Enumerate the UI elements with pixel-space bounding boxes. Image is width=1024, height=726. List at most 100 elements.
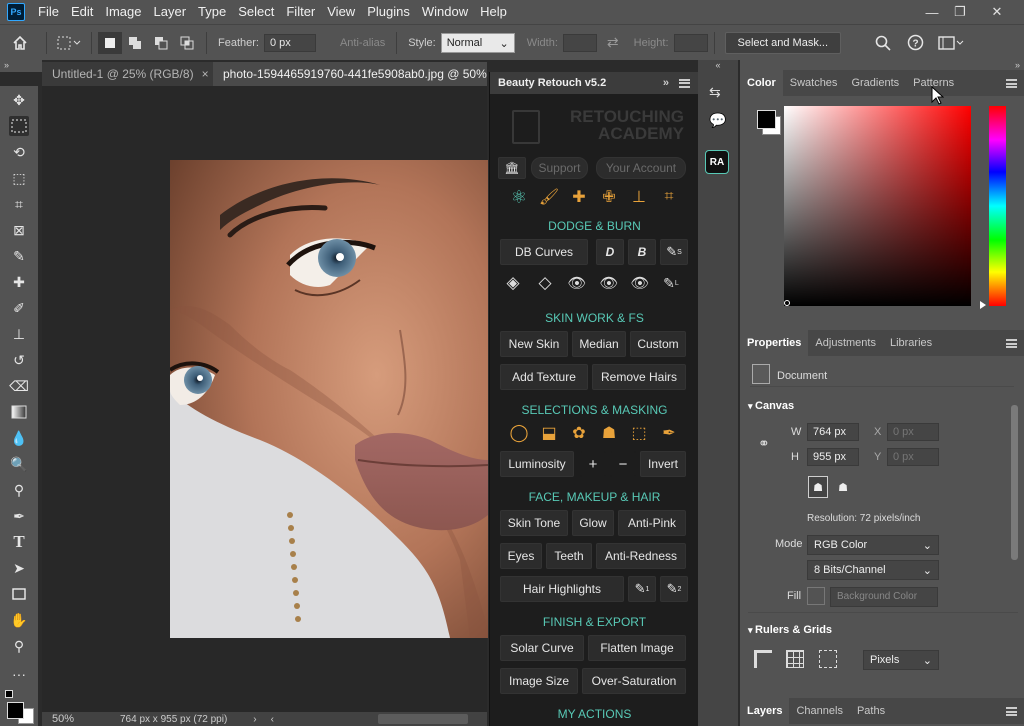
history-panel-icon[interactable]: ⇆ — [709, 84, 727, 102]
tab-properties[interactable]: Properties — [740, 330, 809, 356]
skin-tone-button[interactable]: Skin Tone — [500, 510, 568, 536]
horizontal-scrollbar[interactable] — [377, 714, 468, 724]
add-texture-button[interactable]: Add Texture — [500, 364, 588, 390]
tab-swatches[interactable]: Swatches — [783, 70, 845, 96]
stamp-icon[interactable]: ⊥ — [628, 186, 650, 208]
luminosity-button[interactable]: Luminosity — [500, 451, 574, 477]
hair-brush-1-icon[interactable]: ✎ 1 — [628, 576, 656, 602]
menu-help[interactable]: Help — [474, 0, 513, 24]
hair-brush-2-icon[interactable]: ✎ 2 — [660, 576, 688, 602]
collapse-right-icon[interactable]: » — [740, 60, 1024, 70]
over-saturation-button[interactable]: Over-Saturation — [582, 668, 686, 694]
more-tools-icon[interactable]: ··· — [9, 664, 29, 684]
photo-canvas[interactable] — [170, 160, 488, 638]
tab-paths[interactable]: Paths — [850, 698, 892, 724]
ruler-icon[interactable] — [754, 650, 772, 668]
blur-tool-icon[interactable]: 💧 — [9, 428, 29, 448]
y-input[interactable] — [887, 448, 939, 466]
panel-menu-icon[interactable] — [679, 78, 690, 88]
tab-color[interactable]: Color — [740, 70, 783, 96]
tab-channels[interactable]: Channels — [789, 698, 849, 724]
layers-stack-icon[interactable]: ◈ — [502, 272, 524, 294]
healing-brush-icon[interactable]: ✚ — [9, 272, 29, 292]
hue-slider[interactable] — [989, 106, 1006, 306]
frame-tool-icon[interactable]: ⊠ — [9, 220, 29, 240]
bandage-icon[interactable]: ✚ — [568, 186, 590, 208]
new-skin-button[interactable]: New Skin — [500, 331, 568, 357]
home-icon[interactable] — [0, 35, 40, 51]
rectangle-tool-icon[interactable] — [9, 584, 29, 604]
color-swatches[interactable] — [3, 690, 37, 726]
gradient-tool-icon[interactable] — [9, 402, 29, 422]
rulers-grids-section-title[interactable]: ▾ Rulers & Grids — [748, 624, 832, 636]
restore-button[interactable]: ❐ — [943, 0, 977, 24]
menu-image[interactable]: Image — [99, 0, 147, 24]
color-panel-menu-icon[interactable] — [1006, 79, 1017, 88]
eyedropper-icon[interactable]: ✎ — [9, 246, 29, 266]
brush-s-icon[interactable]: ✎ S — [660, 239, 688, 265]
subtract-selection-icon[interactable] — [148, 36, 174, 50]
anti-redness-button[interactable]: Anti-Redness — [596, 543, 686, 569]
foreground-color-swatch[interactable] — [757, 110, 776, 129]
layers-menu-icon[interactable] — [1006, 707, 1017, 716]
marquee-select-icon[interactable]: ⬚ — [628, 422, 650, 444]
crop-icon[interactable]: ⌗ — [658, 186, 680, 208]
portrait-orientation-icon[interactable]: ☗ — [808, 476, 828, 498]
properties-scrollbar[interactable] — [1011, 405, 1018, 560]
quick-select-icon[interactable]: ⬚ — [9, 168, 29, 188]
move-tool-icon[interactable]: ✥ — [9, 90, 29, 110]
person-select-icon[interactable]: ☗ — [598, 422, 620, 444]
image-size-button[interactable]: Image Size — [500, 668, 578, 694]
pen-tool-icon[interactable]: ✒ — [9, 506, 29, 526]
swap-colors-icon[interactable] — [5, 690, 13, 698]
your-account-button[interactable]: Your Account — [596, 157, 686, 179]
link-icon[interactable]: ⚭ — [758, 435, 770, 452]
hand-tool-icon[interactable]: ✋ — [9, 610, 29, 630]
pen-select-icon[interactable]: ✒ — [658, 422, 680, 444]
atom-icon[interactable]: ⚛ — [508, 186, 530, 208]
hue-slider-marker[interactable] — [980, 301, 986, 309]
eye-c-icon[interactable]: 👁 — [629, 272, 651, 294]
expand-panel-icon[interactable]: » — [663, 77, 669, 89]
chevron-left-icon[interactable]: ‹ — [271, 714, 274, 725]
home-academy-icon[interactable]: 🏛 — [498, 157, 526, 179]
dodge-tool-icon[interactable]: 🔍 — [9, 454, 29, 474]
units-select[interactable]: Pixels ⌄ — [863, 650, 939, 670]
workspace-icon[interactable] — [938, 35, 964, 50]
tab-libraries[interactable]: Libraries — [883, 330, 939, 356]
glow-button[interactable]: Glow — [572, 510, 614, 536]
menu-select[interactable]: Select — [232, 0, 280, 24]
menu-plugins[interactable]: Plugins — [361, 0, 416, 24]
tab-adjustments[interactable]: Adjustments — [808, 330, 883, 356]
close-window-button[interactable]: ✕ — [980, 0, 1014, 24]
search-icon[interactable] — [875, 35, 891, 51]
chevron-right-icon[interactable]: › — [253, 714, 256, 725]
comments-panel-icon[interactable]: 💬 — [709, 112, 727, 130]
db-curves-button[interactable]: DB Curves — [500, 239, 588, 265]
lasso-icon[interactable]: ◯ — [508, 422, 530, 444]
anti-alias-checkbox[interactable]: Anti-alias — [326, 37, 385, 49]
sponge-icon[interactable]: ⚲ — [9, 480, 29, 500]
help-icon[interactable]: ? — [907, 34, 924, 51]
width-input[interactable] — [562, 33, 597, 52]
color-field[interactable] — [784, 106, 971, 306]
minus-button[interactable]: − — [610, 451, 636, 477]
menu-filter[interactable]: Filter — [280, 0, 321, 24]
height-input[interactable] — [807, 448, 859, 466]
median-button[interactable]: Median — [572, 331, 626, 357]
menu-view[interactable]: View — [321, 0, 361, 24]
x-input[interactable] — [887, 423, 939, 441]
history-brush-icon[interactable]: ↺ — [9, 350, 29, 370]
style-select[interactable]: Normal ⌄ — [440, 32, 515, 53]
flatten-image-button[interactable]: Flatten Image — [588, 635, 686, 661]
canvas-section-title[interactable]: ▾ Canvas — [748, 400, 794, 412]
intersect-selection-icon[interactable] — [174, 36, 200, 50]
swap-icon[interactable]: ⇄ — [607, 34, 619, 51]
eye-icon[interactable]: 👁 — [566, 272, 588, 294]
crop-tool-icon[interactable]: ⌗ — [9, 194, 29, 214]
path-select-icon[interactable]: ➤ — [9, 558, 29, 578]
support-button[interactable]: Support — [531, 157, 588, 179]
bit-depth-select[interactable]: 8 Bits/Channel ⌄ — [807, 560, 939, 580]
eyes-button[interactable]: Eyes — [500, 543, 542, 569]
eraser-icon[interactable]: ⌫ — [9, 376, 29, 396]
